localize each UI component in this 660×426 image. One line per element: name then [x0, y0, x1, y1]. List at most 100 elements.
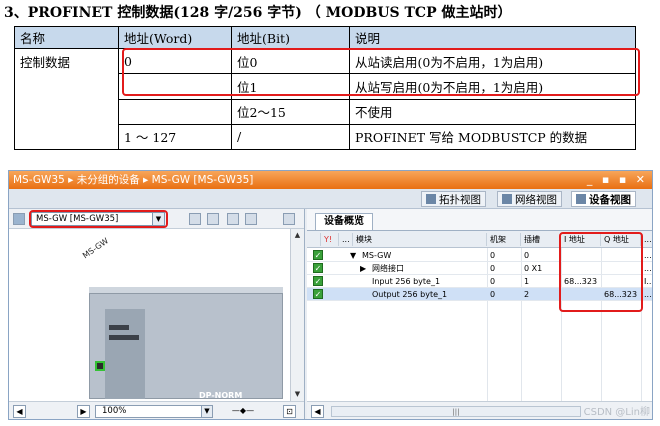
- watermark: CSDN @Lin柳: [583, 407, 650, 418]
- module-label: DP-NORM: [199, 391, 243, 400]
- col-icon: Y!: [321, 233, 339, 246]
- col-rack[interactable]: 机架: [487, 233, 521, 246]
- window-controls[interactable]: _ ▪ ▪ ✕: [587, 171, 648, 189]
- table-header-row: Y! ... 模块 机架 插槽 I 地址 Q 地址 ...: [307, 231, 652, 248]
- zoom-select[interactable]: 100% ▼: [95, 405, 213, 418]
- cell-word: 0: [118, 47, 232, 74]
- header-name: 名称: [14, 26, 119, 49]
- ethernet-port-icon[interactable]: [95, 361, 105, 371]
- cell-rack: 0: [490, 251, 496, 260]
- cell-slot: 0 X1: [524, 264, 543, 273]
- cell-extra: ...: [644, 251, 652, 260]
- gateway-module[interactable]: [105, 309, 145, 399]
- table-row: 位1 从站写启用(0为不启用，1为启用): [14, 73, 636, 100]
- device-icon: [576, 194, 586, 204]
- table-row[interactable]: ✓ ▼ MS-GW 0 0...: [307, 249, 652, 262]
- cell-slot: 1: [524, 277, 530, 286]
- chevron-down-icon[interactable]: ▼: [152, 213, 164, 225]
- cell-q-address[interactable]: 68...323: [601, 288, 641, 301]
- pane-toggle-icon[interactable]: [283, 213, 295, 225]
- col-q-address[interactable]: Q 地址: [601, 233, 641, 246]
- chevron-down-icon[interactable]: ▼: [201, 406, 212, 417]
- col-module[interactable]: 模块: [353, 233, 487, 246]
- table-row[interactable]: ✓ ▶ 网络接口 0 0 X1...: [307, 262, 652, 275]
- expand-icon[interactable]: ▼: [347, 249, 359, 262]
- cell-bit: /: [231, 123, 350, 151]
- table-row[interactable]: ✓ Output 256 byte_1 0 2 68...323...: [307, 288, 652, 301]
- canvas-vertical-scrollbar[interactable]: ▲ ▼: [290, 229, 304, 401]
- header-description: 说明: [349, 26, 636, 49]
- check-icon: ✓: [313, 289, 323, 299]
- tab-device-overview[interactable]: 设备概览: [315, 213, 373, 230]
- cell-module: MS-GW: [362, 251, 392, 260]
- cell-word: [118, 98, 232, 125]
- scroll-down-icon[interactable]: ▼: [292, 389, 303, 400]
- table-row: 控制数据 0 位0 从站读启用(0为不启用，1为启用): [14, 47, 636, 75]
- col-more[interactable]: ...: [339, 233, 353, 246]
- check-icon: ✓: [313, 250, 323, 260]
- device-selector[interactable]: MS-GW [MS-GW35] ▼: [31, 212, 165, 226]
- scroll-up-icon[interactable]: ▲: [292, 230, 303, 241]
- expand-icon[interactable]: ▶: [357, 262, 369, 275]
- cell-rack: 0: [490, 290, 496, 299]
- col-slot[interactable]: 插槽: [521, 233, 561, 246]
- table-icon[interactable]: [207, 213, 219, 225]
- table-row: 位2～15 不使用: [14, 98, 636, 125]
- cell-module: Input 256 byte_1: [372, 277, 441, 286]
- table-row[interactable]: ✓ Input 256 byte_1 0 1 68...323 I...: [307, 275, 653, 288]
- cell-desc: PROFINET 写给 MODBUSTCP 的数据: [349, 123, 636, 151]
- col-extra[interactable]: ...: [641, 233, 652, 246]
- device-tree-icon[interactable]: [13, 213, 25, 225]
- topology-icon: [426, 194, 436, 204]
- header-word-address: 地址(Word): [118, 26, 232, 49]
- cell-desc: 不使用: [349, 98, 636, 125]
- overview-icon[interactable]: [189, 213, 201, 225]
- module-led-bar: [109, 325, 129, 330]
- cell-bit: 位1: [231, 73, 350, 100]
- cell-word: 1 ～ 127: [118, 123, 232, 151]
- zoom-tool-icon[interactable]: [227, 213, 239, 225]
- col-i-address[interactable]: I 地址: [561, 233, 601, 246]
- cell-extra: ...: [644, 290, 652, 299]
- cell-rack: 0: [490, 277, 496, 286]
- device-canvas-pane: MS-GW [MS-GW35] ▼ MS-GW DP-NORM ▲ ▼ ◀ ▶ …: [9, 209, 305, 419]
- device-label: MS-GW: [81, 236, 111, 261]
- device-overview-table: Y! ... 模块 机架 插槽 I 地址 Q 地址 ... ✓ ▼ MS-GW 0 0.…: [307, 230, 653, 402]
- cell-module: 网络接口: [372, 264, 404, 273]
- cell-desc: 从站读启用(0为不启用，1为启用): [349, 47, 636, 75]
- scroll-right-icon[interactable]: ▶: [77, 405, 90, 418]
- cell-desc: 从站写启用(0为不启用，1为启用): [349, 73, 636, 100]
- table-header-row: 名称 地址(Word) 地址(Bit) 说明: [14, 26, 636, 49]
- grid-icon[interactable]: [245, 213, 257, 225]
- device-overview-pane: 设备概览 Y! ... 模块 机架 插槽 I 地址 Q 地址 ... ✓ ▼ MS-…: [307, 209, 653, 419]
- tia-portal-window: MS-GW35 ▸ 未分组的设备 ▸ MS-GW [MS-GW35] _ ▪ ▪…: [8, 170, 653, 420]
- scroll-left-icon[interactable]: ◀: [13, 405, 26, 418]
- scroll-left-icon[interactable]: ◀: [311, 405, 324, 418]
- header-bit-address: 地址(Bit): [231, 26, 350, 49]
- overview-status-bar: ◀ ||| CSDN @Lin柳: [307, 401, 652, 419]
- device-canvas[interactable]: MS-GW DP-NORM: [9, 229, 291, 401]
- col-status: [307, 233, 321, 246]
- fit-view-icon[interactable]: ⊡: [283, 405, 296, 418]
- check-icon: ✓: [313, 263, 323, 273]
- horizontal-scrollbar[interactable]: |||: [331, 406, 581, 417]
- cell-i-address[interactable]: 68...323: [561, 275, 601, 288]
- cell-rack: 0: [490, 264, 496, 273]
- cell-name: [14, 99, 119, 125]
- cell-name: [14, 124, 119, 151]
- doc-title: 3、PROFINET 控制数据(128 字/256 字节) （ MODBUS T…: [4, 5, 512, 21]
- cell-bit: 位2～15: [231, 98, 350, 125]
- network-icon: [502, 194, 512, 204]
- module-led-bar: [109, 335, 139, 340]
- cell-module: Output 256 byte_1: [372, 290, 448, 299]
- tab-network-view[interactable]: 网络视图: [497, 191, 562, 207]
- cell-slot: 0: [524, 251, 530, 260]
- canvas-status-bar: ◀ ▶ 100% ▼ —◆— ⊡: [9, 401, 304, 419]
- tab-topology-view[interactable]: 拓扑视图: [421, 191, 486, 207]
- cell-bit: 位0: [231, 47, 350, 75]
- profinet-control-table: 名称 地址(Word) 地址(Bit) 说明 控制数据 0 位0 从站读启用(0…: [14, 26, 636, 151]
- cell-extra: I...: [644, 277, 653, 286]
- zoom-slider[interactable]: —◆—: [223, 405, 263, 418]
- tab-device-view[interactable]: 设备视图: [571, 191, 636, 207]
- table-row: 1 ～ 127 / PROFINET 写给 MODBUSTCP 的数据: [14, 123, 636, 151]
